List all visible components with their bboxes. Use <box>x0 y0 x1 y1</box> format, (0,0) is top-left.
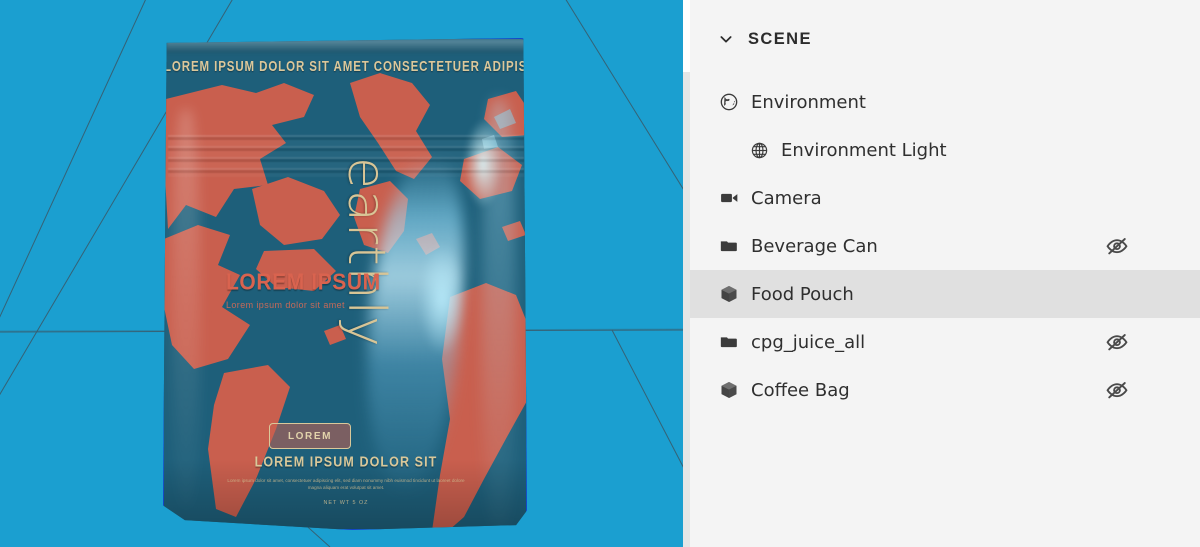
scene-item-label: Camera <box>751 187 822 209</box>
globe-grid-icon <box>748 139 770 161</box>
scene-panel-header[interactable]: SCENE <box>690 0 1200 78</box>
scene-item-cpg-juice-all[interactable]: cpg_juice_all <box>690 318 1200 366</box>
scene-item-label: Food Pouch <box>751 283 854 305</box>
pouch-badge-label: LOREM <box>287 430 333 442</box>
pouch-top-banner: LOREM IPSUM DOLOR SIT AMET CONSECTETUER … <box>164 57 527 75</box>
scene-item-label: Environment Light <box>781 139 947 161</box>
pouch-mid-subtitle: Lorem ipsum dolor sit amet <box>226 300 345 310</box>
scene-item-environment[interactable]: Environment <box>690 78 1200 126</box>
food-pouch-3d-object[interactable]: LOREM IPSUM DOLOR SIT AMET CONSECTETUER … <box>163 38 527 530</box>
scene-item-label: cpg_juice_all <box>751 331 866 353</box>
pouch-net-weight: NET WT 5 OZ <box>323 500 369 507</box>
scene-item-food-pouch[interactable]: Food Pouch <box>690 270 1200 318</box>
chevron-down-icon[interactable] <box>718 31 734 47</box>
scene-item-environment-light[interactable]: Environment Light <box>690 126 1200 174</box>
globe-icon <box>718 91 740 113</box>
cube-icon <box>718 379 740 401</box>
scene-item-label: Coffee Bag <box>751 379 850 401</box>
pouch-badge: LOREM <box>269 423 351 449</box>
scene-item-beverage-can[interactable]: Beverage Can <box>690 222 1200 270</box>
eye-off-icon[interactable] <box>1104 329 1130 355</box>
scene-panel: SCENE Environment Environment Light Came… <box>690 0 1200 547</box>
scene-tree: Environment Environment Light Camera Bev… <box>690 78 1200 414</box>
pouch-body: LOREM IPSUM DOLOR SIT AMET CONSECTETUER … <box>163 38 527 530</box>
viewport-scrollbar-track[interactable] <box>683 0 690 547</box>
scene-item-label: Environment <box>751 91 866 113</box>
scene-item-coffee-bag[interactable]: Coffee Bag <box>690 366 1200 414</box>
3d-viewport[interactable]: LOREM IPSUM DOLOR SIT AMET CONSECTETUER … <box>0 0 690 547</box>
pouch-mid-label: LOREM IPSUM Lorem ipsum dolor sit amet <box>226 269 426 310</box>
pouch-footer-body: Lorem ipsum dolor sit amet, consectetuer… <box>227 478 465 491</box>
folder-icon <box>718 331 740 353</box>
folder-icon <box>718 235 740 257</box>
eye-off-icon[interactable] <box>1104 377 1130 403</box>
pouch-mid-title: LOREM IPSUM <box>226 269 381 296</box>
camera-icon <box>718 187 740 209</box>
pouch-brand-text: earthly <box>336 157 396 348</box>
scene-item-camera[interactable]: Camera <box>690 174 1200 222</box>
pouch-footer-block: LOREM IPSUM DOLOR SIT Lorem ipsum dolor … <box>164 453 526 507</box>
viewport-scrollbar-thumb[interactable] <box>683 0 690 72</box>
pouch-footer-title: LOREM IPSUM DOLOR SIT <box>254 453 438 471</box>
app-root: LOREM IPSUM DOLOR SIT AMET CONSECTETUER … <box>0 0 1200 547</box>
cube-icon <box>718 283 740 305</box>
page-title: SCENE <box>748 29 812 48</box>
pouch-top-banner-text: LOREM IPSUM DOLOR SIT AMET CONSECTETUER … <box>164 59 527 75</box>
scene-item-label: Beverage Can <box>751 235 878 257</box>
eye-off-icon[interactable] <box>1104 233 1130 259</box>
